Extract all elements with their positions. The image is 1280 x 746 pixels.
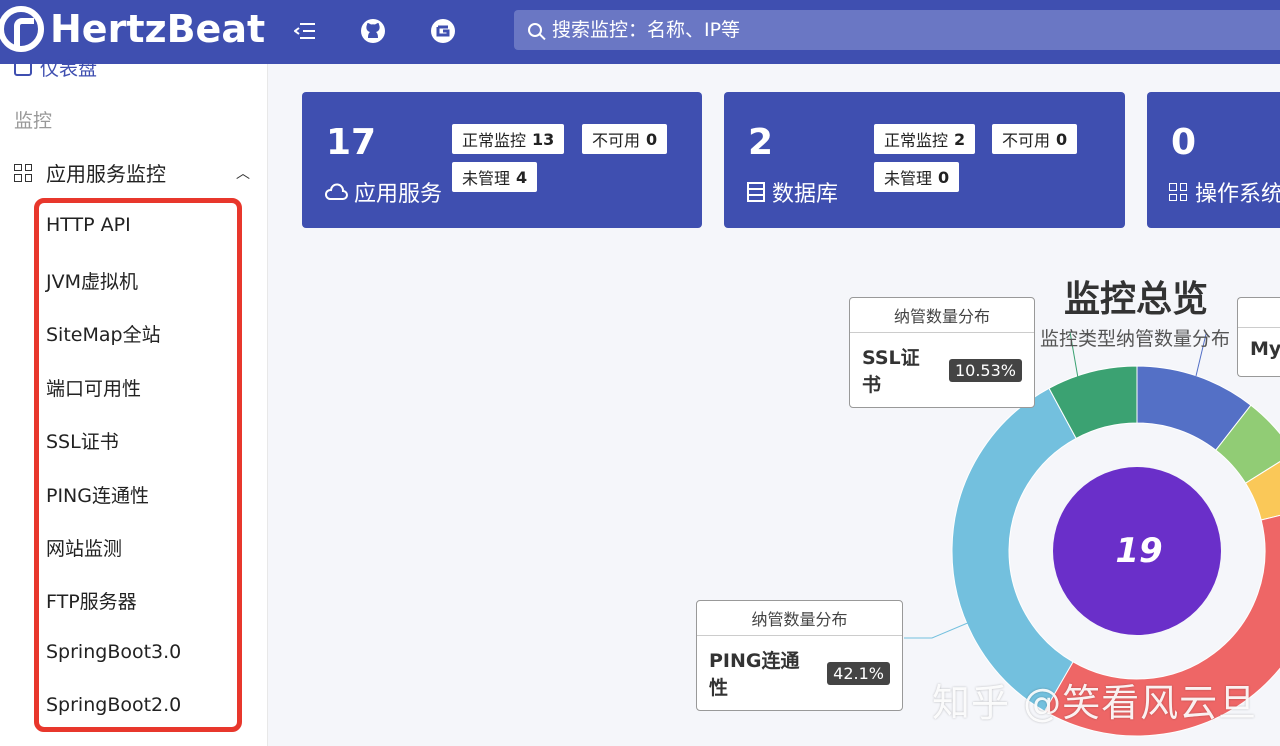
tooltip-percent: 10.53% — [948, 358, 1022, 382]
sidebar-item-label: 仪表盘 — [40, 58, 98, 80]
tag-label: 未管理 — [884, 169, 933, 188]
card-label: 应用服务 — [354, 182, 443, 207]
tooltip-ssl: 纳管数量分布 SSL证书 10.53% — [849, 297, 1035, 408]
tag-value: 0 — [1056, 129, 1068, 149]
chevron-up-icon: ︿ — [236, 165, 250, 182]
tag-value: 4 — [516, 167, 528, 187]
top-header: HertzBeat — [0, 0, 1280, 64]
tooltip-head: 纳管数量分布 — [850, 298, 1034, 333]
submenu-app-services[interactable]: 应用服务监控 ︿ — [14, 158, 250, 187]
card-count: 2 — [748, 122, 774, 163]
card-label: 操作系统 — [1195, 182, 1280, 207]
tag-unavailable[interactable]: 不可用 0 — [992, 124, 1078, 154]
tag-unavailable[interactable]: 不可用 0 — [582, 124, 668, 154]
search-bar[interactable] — [514, 10, 1280, 50]
donut-slice[interactable] — [1048, 365, 1138, 440]
tooltip-mys: . Mys — [1237, 297, 1280, 377]
tag-label: 正常监控 — [884, 131, 949, 150]
tag-value: 13 — [532, 129, 555, 149]
sidebar: 仪表盘 监控 应用服务监控 ︿ HTTP API JVM虚拟机 SiteMap全… — [0, 58, 268, 746]
logo[interactable]: HertzBeat — [0, 4, 265, 54]
tooltip-name: Mys — [1250, 338, 1280, 360]
card-app-services[interactable]: 17 应用服务 正常监控 13 不可用 0 未管理 4 — [302, 92, 702, 228]
tag-normal[interactable]: 正常监控 13 — [452, 124, 565, 154]
cloud-icon — [324, 183, 348, 200]
tooltip-percent: 42.1% — [827, 661, 890, 685]
submenu-label: 应用服务监控 — [46, 162, 166, 186]
os-grid-icon — [1169, 183, 1187, 201]
logo-text: HertzBeat — [50, 7, 266, 51]
sidebar-item-website[interactable]: 网站监测 — [46, 534, 122, 561]
search-icon — [528, 23, 542, 37]
chart-subtitle: 监控类型纳管数量分布 — [1040, 328, 1231, 350]
tag-value: 2 — [954, 129, 966, 149]
donut-slice[interactable] — [1136, 365, 1252, 451]
search-input[interactable] — [552, 19, 1152, 41]
dashboard-icon — [14, 59, 32, 76]
tooltip-head-clipped: . — [1238, 298, 1280, 328]
sidebar-item-dashboard[interactable]: 仪表盘 — [14, 54, 97, 81]
gitee-icon[interactable] — [428, 16, 458, 46]
donut-slice[interactable] — [1244, 453, 1280, 521]
database-icon — [747, 182, 765, 202]
card-count: 0 — [1171, 122, 1197, 163]
card-count: 17 — [326, 122, 377, 163]
chart-title: 监控总览 — [1064, 279, 1209, 320]
donut-slice[interactable] — [951, 387, 1077, 712]
sidebar-item-ftp[interactable]: FTP服务器 — [46, 587, 137, 614]
sidebar-item-ssl[interactable]: SSL证书 — [46, 427, 119, 454]
tag-value: 0 — [938, 167, 950, 187]
card-databases[interactable]: 2 数据库 正常监控 2 不可用 0 未管理 0 — [724, 92, 1125, 228]
card-label-wrap: 应用服务 — [324, 176, 442, 208]
card-label: 数据库 — [772, 182, 839, 207]
tooltip-head: 纳管数量分布 — [697, 601, 902, 636]
card-label-wrap: 数据库 — [746, 176, 838, 208]
center-circle — [1053, 467, 1221, 635]
donut-slice[interactable] — [1215, 404, 1280, 484]
sidebar-item-jvm[interactable]: JVM虚拟机 — [46, 267, 138, 294]
card-label-wrap: 操作系统 — [1169, 176, 1280, 208]
github-icon[interactable] — [358, 16, 388, 46]
sidebar-item-port[interactable]: 端口可用性 — [46, 374, 141, 401]
appstore-icon — [14, 163, 32, 182]
menu-fold-icon[interactable] — [290, 16, 320, 46]
tag-label: 不可用 — [1002, 131, 1051, 150]
card-os[interactable]: 0 操作系统 — [1147, 92, 1280, 228]
tooltip-name: PING连通性 — [709, 650, 800, 699]
tag-label: 正常监控 — [462, 131, 527, 150]
tag-label: 不可用 — [592, 131, 641, 150]
tag-normal[interactable]: 正常监控 2 — [874, 124, 976, 154]
sidebar-item-ping[interactable]: PING连通性 — [46, 481, 149, 508]
tooltip-name: SSL证书 — [862, 347, 920, 396]
tag-label: 未管理 — [462, 169, 511, 188]
center-value: 19 — [1115, 531, 1162, 571]
sidebar-item-sitemap[interactable]: SiteMap全站 — [46, 320, 161, 347]
sidebar-item-http-api[interactable]: HTTP API — [46, 214, 131, 236]
sidebar-item-springboot2[interactable]: SpringBoot2.0 — [46, 694, 181, 716]
sidebar-item-springboot3[interactable]: SpringBoot3.0 — [46, 641, 181, 663]
sidebar-group-title: 监控 — [14, 110, 53, 132]
watermark: 知乎 @笑看风云旦 — [932, 681, 1258, 725]
tag-unmanaged[interactable]: 未管理 0 — [874, 162, 960, 192]
hertzbeat-logo-icon — [0, 6, 44, 52]
tooltip-ping: 纳管数量分布 PING连通性 42.1% — [696, 600, 903, 711]
leader-line-ping — [904, 621, 971, 639]
tag-unmanaged[interactable]: 未管理 4 — [452, 162, 538, 192]
tag-value: 0 — [646, 129, 658, 149]
